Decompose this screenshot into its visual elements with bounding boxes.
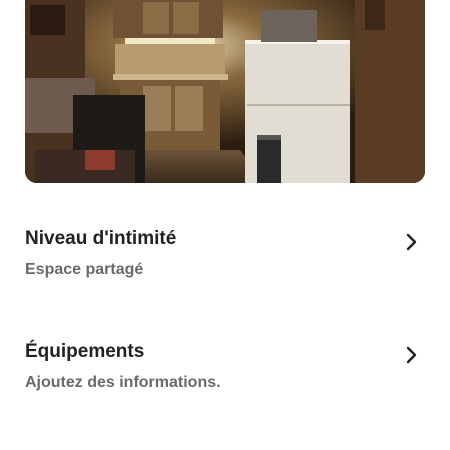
listing-photo[interactable] bbox=[25, 0, 425, 183]
amenities-row[interactable]: Équipements Ajoutez des informations. bbox=[25, 341, 425, 411]
privacy-level-title: Niveau d'intimité bbox=[25, 228, 177, 249]
amenities-title: Équipements bbox=[25, 341, 145, 362]
kitchen-photo bbox=[25, 0, 425, 183]
privacy-level-value: Espace partagé bbox=[25, 261, 144, 278]
amenities-value: Ajoutez des informations. bbox=[25, 374, 221, 391]
privacy-level-row[interactable]: Niveau d'intimité Espace partagé bbox=[25, 228, 425, 298]
chevron-right-icon bbox=[405, 345, 419, 365]
chevron-right-icon bbox=[405, 232, 419, 252]
